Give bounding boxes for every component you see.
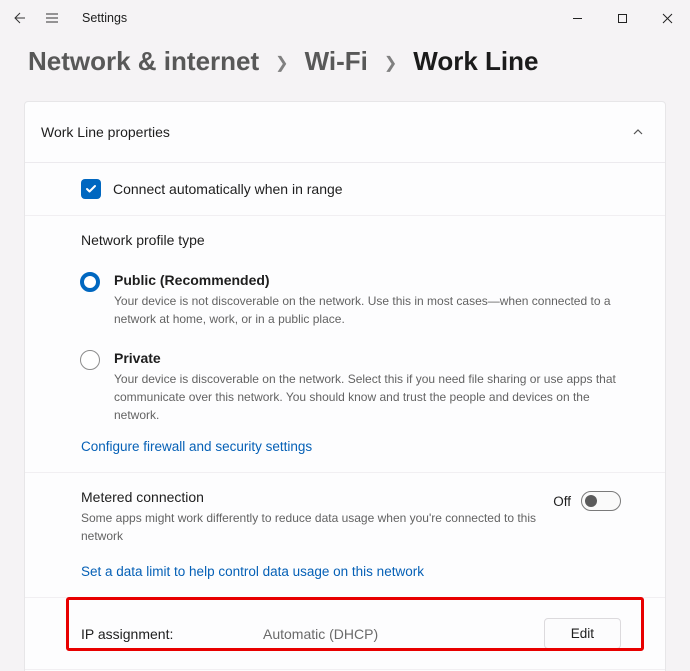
breadcrumb: Network & internet ❯ Wi-Fi ❯ Work Line [0, 36, 690, 101]
metered-title: Metered connection [81, 489, 537, 505]
minimize-button[interactable] [555, 3, 600, 33]
radio-public[interactable]: Public (Recommended) Your device is not … [80, 272, 621, 328]
metered-toggle-state: Off [553, 494, 571, 509]
chevron-up-icon [631, 125, 645, 139]
radio-public-desc: Your device is not discoverable on the n… [114, 292, 621, 328]
auto-connect-checkbox[interactable] [81, 179, 101, 199]
chevron-right-icon: ❯ [275, 53, 288, 73]
menu-icon[interactable] [44, 10, 60, 26]
metered-toggle[interactable] [581, 491, 621, 511]
radio-icon [80, 350, 100, 370]
ip-edit-button[interactable]: Edit [544, 618, 621, 649]
radio-icon [80, 272, 100, 292]
breadcrumb-root[interactable]: Network & internet [28, 46, 259, 77]
settings-window: Settings Network & internet ❯ Wi-Fi ❯ Wo… [0, 0, 690, 671]
properties-card: Work Line properties Connect automatical… [24, 101, 666, 671]
radio-private[interactable]: Private Your device is discoverable on t… [80, 350, 621, 424]
back-button[interactable] [10, 10, 26, 26]
data-limit-link[interactable]: Set a data limit to help control data us… [81, 564, 424, 579]
radio-public-title: Public (Recommended) [114, 272, 621, 288]
maximize-button[interactable] [600, 3, 645, 33]
auto-connect-label: Connect automatically when in range [113, 181, 343, 197]
profile-type-title: Network profile type [81, 232, 621, 248]
firewall-link[interactable]: Configure firewall and security settings [81, 439, 312, 454]
radio-private-desc: Your device is discoverable on the netwo… [114, 370, 621, 424]
chevron-right-icon: ❯ [384, 53, 397, 73]
close-button[interactable] [645, 3, 690, 33]
metered-desc: Some apps might work differently to redu… [81, 509, 537, 545]
ip-assignment-label: IP assignment: [81, 626, 251, 642]
radio-private-title: Private [114, 350, 621, 366]
properties-title: Work Line properties [41, 124, 170, 140]
titlebar: Settings [0, 0, 690, 36]
ip-assignment-value: Automatic (DHCP) [263, 626, 532, 642]
breadcrumb-mid[interactable]: Wi-Fi [305, 46, 368, 77]
properties-expander[interactable]: Work Line properties [25, 102, 665, 163]
breadcrumb-current: Work Line [413, 46, 538, 77]
window-title: Settings [82, 11, 127, 25]
